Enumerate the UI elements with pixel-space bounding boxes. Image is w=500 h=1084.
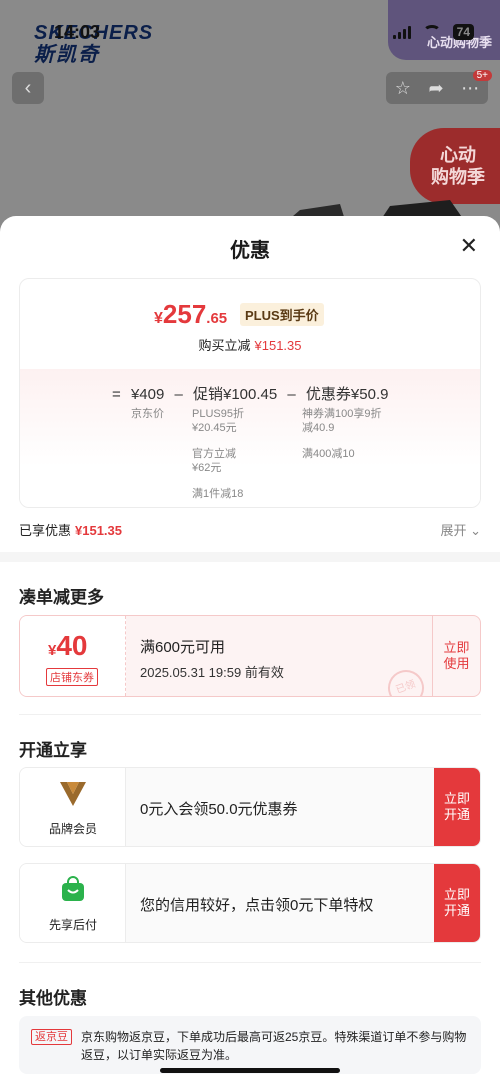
coupon-item: 满400减10 [302,448,355,460]
price-breakdown-card: ¥257.65 PLUS到手价 购买立减 ¥151.35 = ¥409 – 促销¥… [19,278,481,508]
divider [19,962,481,963]
heart-shopping-badge[interactable]: 心动 购物季 [410,128,500,204]
coupon-condition: 满600元可用 [140,639,226,656]
formula-minus: – [174,386,183,403]
formula-coupon: 优惠券¥50.9 [305,386,389,403]
sheet-title: 优惠 [230,240,270,262]
coupon-item: 神券满100享9折 减40.9 [302,408,382,434]
back-button[interactable]: ‹ [12,72,44,104]
heart-badge-line2: 购物季 [431,167,485,187]
jingdou-text: 京东购物返京豆，下单成功后最高可返25京豆。特殊渠道订单不参与购物返豆，以订单实… [81,1030,467,1062]
formula-promo: 促销¥100.45 [193,386,278,403]
save-amount: ¥151.35 [254,338,302,353]
enjoyed-label: 已享优惠 [19,523,72,538]
promo-item: 官方立减 ¥62元 [192,448,236,474]
brand-member-badge: 品牌会员 [20,768,126,846]
heart-badge-line1: 心动 [440,145,476,165]
status-icons: 74 [392,24,474,40]
brand-name-cn: 斯凯奇 [34,44,100,66]
formula-base-price: ¥409 [130,386,165,403]
star-icon[interactable]: ☆ [395,78,411,99]
promo-item: 满1件减18 [192,488,244,500]
chevron-down-icon: ⌄ [470,523,481,538]
share-icon[interactable]: ➦ [429,78,444,99]
discount-sheet: 优惠 ✕ ¥257.65 PLUS到手价 购买立减 ¥151.35 = ¥409 … [0,216,500,1084]
status-time: 14:03 [54,22,101,42]
price-currency: ¥ [154,310,163,327]
offer-text: 您的信用较好，点击领0元下单特权 [140,897,374,914]
message-badge: 5+ [472,70,492,81]
enjoyed-amount: ¥151.35 [75,523,123,538]
coupon-number: 40 [56,630,88,661]
save-label: 购买立减 [198,338,251,353]
battery-icon: 74 [452,24,474,40]
base-price-label: 京东价 [131,408,164,420]
expand-label: 展开 [440,523,467,538]
price-formula: = ¥409 – 促销¥100.45 – 优惠券¥50.9 京东价 PLUS95… [20,369,480,507]
instant-save-line: 购买立减 ¥151.35 [20,335,480,354]
open-pay-later-button[interactable]: 立即 开通 [434,864,480,942]
offer-text: 0元入会领50.0元优惠券 [140,801,298,818]
pay-later-offer[interactable]: 先享后付 您的信用较好，点击领0元下单特权 立即 开通 [19,863,481,943]
price-summary: ¥257.65 PLUS到手价 购买立减 ¥151.35 [20,279,480,369]
coupon-claimed-stamp: 已领 [382,664,430,696]
wifi-icon [422,25,441,39]
formula-line: = ¥409 – 促销¥100.45 – 优惠券¥50.9 [112,383,394,404]
price-integer: 257 [162,299,207,329]
open-member-button[interactable]: 立即 开通 [434,768,480,846]
jingdou-tag: 返京豆 [31,1029,72,1045]
price-decimal: .65 [206,310,228,327]
jingdou-reward-info: 返京豆 京东购物返京豆，下单成功后最高可返25京豆。特殊渠道订单不参与购物返豆，… [19,1016,481,1074]
divider [19,714,481,715]
store-coupon[interactable]: ¥40 店铺东券 满600元可用 2025.05.31 19:59 前有效 已领… [19,615,481,697]
pay-later-badge: 先享后付 [20,864,126,942]
enjoyed-discount: 已享优惠 ¥151.35 [19,520,122,539]
chevron-left-icon: ‹ [24,76,32,99]
brand-member-offer[interactable]: 品牌会员 0元入会领50.0元优惠券 立即 开通 [19,767,481,847]
brand-member-icon [60,782,86,806]
section-separator [0,552,500,562]
shopping-bag-icon [62,876,84,901]
expand-button[interactable]: 展开 ⌄ [440,520,481,539]
coupon-expiry: 2025.05.31 19:59 前有效 [140,665,284,680]
promo-details: PLUS95折 ¥20.45元 官方立减 ¥62元 满1件减18 [192,407,282,507]
use-coupon-button[interactable]: 立即 使用 [432,616,480,696]
product-page-background: SKECHERS 斯凯奇 14:03 心动购物季 74 ‹ ☆ ➦ ⋯ 5+ 心… [0,0,500,240]
offer-label: 品牌会员 [48,822,97,836]
offer-label: 先享后付 [48,918,97,932]
signal-icon [392,25,411,39]
section-title-open: 开通立享 [19,741,87,760]
promo-item: PLUS95折 ¥20.45元 [192,408,244,434]
close-icon[interactable]: ✕ [460,234,478,258]
coupon-amount: ¥40 [48,630,88,662]
home-indicator[interactable] [160,1068,340,1073]
plus-price-tag: PLUS到手价 [240,303,324,326]
formula-equals: = [112,386,121,403]
coupon-type-tag: 店铺东券 [46,668,98,686]
formula-minus: – [287,386,296,403]
section-title-other: 其他优惠 [19,989,87,1008]
final-price: ¥257.65 [154,299,227,330]
coupon-details: 神券满100享9折 减40.9 满400减10 [302,407,392,473]
section-title-more: 凑单减更多 [19,588,104,607]
